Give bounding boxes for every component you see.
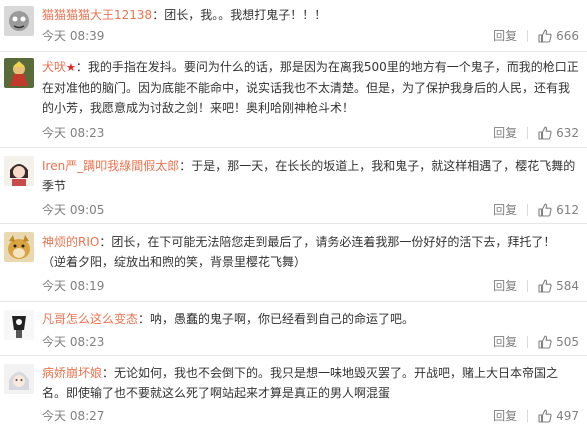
thumbs-up-icon	[538, 126, 552, 140]
comment-username[interactable]: 凡哥怎么这么变态	[42, 312, 138, 326]
thumbs-up-icon	[538, 279, 552, 293]
comment-item: 病娇崩坏娘：无论如何，我也不会倒下的。我只是想一味地毁灭罢了。开战吧，赌上大日本…	[0, 356, 587, 426]
comment-footer: 今天 08:39 回复 666	[42, 27, 579, 45]
reply-button[interactable]: 回复	[493, 124, 517, 142]
comment-text: ：呐，愚蠢的鬼子啊，你已经看到自己的命运了吧。	[138, 312, 415, 326]
comment-actions: 回复 666	[493, 27, 579, 45]
comment-time: 今天 09:05	[42, 203, 105, 217]
comment-footer: 今天 09:05 回复 612	[42, 201, 579, 219]
action-divider	[527, 30, 529, 42]
comment-text: ：团长，在下可能无法陪您走到最后了，请务必连着我那一份好好的活下去，拜托了！（逆…	[42, 235, 556, 269]
comment-body: 凡哥怎么这么变态：呐，愚蠢的鬼子啊，你已经看到自己的命运了吧。	[42, 309, 579, 329]
avatar[interactable]	[4, 310, 34, 340]
avatar[interactable]	[4, 156, 34, 186]
reply-button[interactable]: 回复	[493, 407, 517, 425]
comment-footer: 今天 08:23 回复 505	[42, 333, 579, 351]
comment-time: 今天 08:39	[42, 29, 105, 43]
comment-actions: 回复 505	[493, 333, 579, 351]
comment-username[interactable]: 神烦的RIO	[42, 235, 99, 249]
like-count: 666	[556, 29, 579, 43]
like-button[interactable]: 632	[538, 124, 579, 142]
comment-text: ：无论如何，我也不会倒下的。我只是想一味地毁灭罢了。开战吧，赌上大日本帝国之名。…	[42, 366, 559, 400]
comment-body: 猫猫猫猫大王12138：团长，我。。我想打鬼子！！！	[42, 5, 579, 25]
like-button[interactable]: 505	[538, 333, 579, 351]
comment-body: Iren严_蹒叩我綠間假太郎：于是，那一天，在长长的坂道上，我和鬼子，就这样相遇…	[42, 156, 579, 196]
action-divider	[527, 410, 529, 422]
reply-button[interactable]: 回复	[493, 277, 517, 295]
avatar[interactable]	[4, 6, 34, 36]
comment-text: ：我的手指在发抖。要问为什么的话，那是因为在离我500里的地方有一个鬼子，而我的…	[42, 60, 579, 115]
like-button[interactable]: 584	[538, 277, 579, 295]
thumbs-up-icon	[538, 29, 552, 43]
action-divider	[527, 280, 529, 292]
thumbs-up-icon	[538, 409, 552, 423]
like-count: 497	[556, 409, 579, 423]
comment-item: 猫猫猫猫大王12138：团长，我。。我想打鬼子！！！ 今天 08:39 回复 6…	[0, 0, 587, 52]
comment-body: 病娇崩坏娘：无论如何，我也不会倒下的。我只是想一味地毁灭罢了。开战吧，赌上大日本…	[42, 363, 579, 403]
comment-item: Iren严_蹒叩我綠間假太郎：于是，那一天，在长长的坂道上，我和鬼子，就这样相遇…	[0, 148, 587, 224]
comment-username[interactable]: 猫猫猫猫大王12138	[42, 8, 152, 22]
comment-body: 犬吠★：我的手指在发抖。要问为什么的话，那是因为在离我500里的地方有一个鬼子，…	[42, 57, 579, 118]
like-button[interactable]: 666	[538, 27, 579, 45]
like-count: 612	[556, 203, 579, 217]
avatar[interactable]	[4, 58, 34, 88]
reply-button[interactable]: 回复	[493, 201, 517, 219]
comment-actions: 回复 584	[493, 277, 579, 295]
comment-time: 今天 08:23	[42, 335, 105, 349]
reply-button[interactable]: 回复	[493, 27, 517, 45]
star-icon: ★	[66, 61, 76, 74]
comment-item: 犬吠★：我的手指在发抖。要问为什么的话，那是因为在离我500里的地方有一个鬼子，…	[0, 52, 587, 148]
thumbs-up-icon	[538, 203, 552, 217]
avatar[interactable]	[4, 232, 34, 262]
comment-item: 凡哥怎么这么变态：呐，愚蠢的鬼子啊，你已经看到自己的命运了吧。 今天 08:23…	[0, 302, 587, 356]
action-divider	[527, 127, 529, 139]
comment-time: 今天 08:19	[42, 279, 105, 293]
like-button[interactable]: 497	[538, 407, 579, 425]
like-count: 505	[556, 335, 579, 349]
comment-time: 今天 08:23	[42, 126, 105, 140]
comment-footer: 今天 08:19 回复 584	[42, 277, 579, 295]
comment-item: 神烦的RIO：团长，在下可能无法陪您走到最后了，请务必连着我那一份好好的活下去，…	[0, 224, 587, 302]
comment-text: ：团长，我。。我想打鬼子！！！	[152, 8, 327, 22]
comment-username[interactable]: Iren严_蹒叩我綠間假太郎	[42, 159, 179, 173]
comment-actions: 回复 632	[493, 124, 579, 142]
comment-footer: 今天 08:27 回复 497	[42, 407, 579, 425]
comment-body: 神烦的RIO：团长，在下可能无法陪您走到最后了，请务必连着我那一份好好的活下去，…	[42, 232, 579, 272]
comment-username[interactable]: 犬吠	[42, 60, 66, 74]
like-button[interactable]: 612	[538, 201, 579, 219]
action-divider	[527, 336, 529, 348]
like-count: 584	[556, 279, 579, 293]
comment-footer: 今天 08:23 回复 632	[42, 124, 579, 142]
comment-actions: 回复 612	[493, 201, 579, 219]
action-divider	[527, 204, 529, 216]
comment-username[interactable]: 病娇崩坏娘	[42, 366, 102, 380]
avatar[interactable]	[4, 364, 34, 394]
comment-time: 今天 08:27	[42, 409, 105, 423]
thumbs-up-icon	[538, 335, 552, 349]
like-count: 632	[556, 126, 579, 140]
comment-actions: 回复 497	[493, 407, 579, 425]
reply-button[interactable]: 回复	[493, 333, 517, 351]
